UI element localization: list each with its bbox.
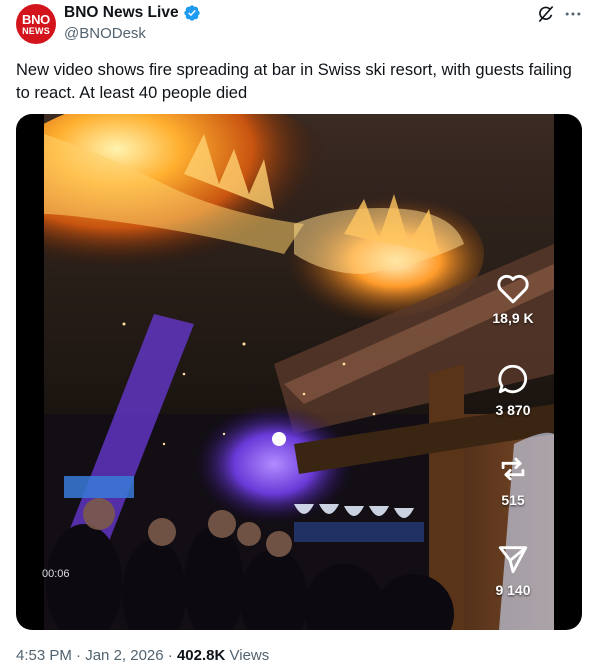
share-count: 9 140 xyxy=(495,582,531,598)
avatar-text-top: BNO xyxy=(22,11,50,27)
repost-action[interactable]: 515 xyxy=(478,452,548,508)
verified-badge-icon xyxy=(183,5,200,21)
meta-separator: · xyxy=(76,647,82,664)
post-time[interactable]: 4:53 PM xyxy=(16,647,72,664)
comment-count: 3 870 xyxy=(495,402,531,418)
author-handle[interactable]: @BNODesk xyxy=(64,25,146,42)
video-player[interactable]: 18,9 K 3 870 515 9 140 00:06 xyxy=(16,114,582,630)
comment-action[interactable]: 3 870 xyxy=(478,362,548,418)
comment-icon xyxy=(498,364,528,394)
grok-icon[interactable] xyxy=(536,4,556,24)
more-icon[interactable] xyxy=(562,4,584,24)
repost-count: 515 xyxy=(501,492,525,508)
share-icon xyxy=(498,546,528,574)
author-name-row: BNO News Live xyxy=(64,4,201,22)
like-count: 18,9 K xyxy=(492,310,534,326)
like-action[interactable]: 18,9 K xyxy=(478,272,548,326)
avatar-text-bottom: NEWS xyxy=(22,25,50,36)
tweet: BNO NEWS BNO News Live @BNODesk New vide… xyxy=(0,0,598,668)
author-display-name[interactable]: BNO News Live xyxy=(64,4,179,22)
post-date[interactable]: Jan 2, 2026 xyxy=(85,647,163,664)
avatar[interactable]: BNO NEWS xyxy=(16,4,56,44)
views-count[interactable]: 402.8K xyxy=(177,647,225,664)
heart-icon xyxy=(497,274,529,304)
repost-icon xyxy=(501,457,525,481)
tweet-meta: 4:53 PM · Jan 2, 2026 · 402.8K Views xyxy=(16,647,269,664)
share-action[interactable]: 9 140 xyxy=(478,542,548,598)
views-label: Views xyxy=(229,647,270,664)
video-elapsed-time: 00:06 xyxy=(42,568,70,580)
meta-separator: · xyxy=(167,647,173,664)
tweet-text: New video shows fire spreading at bar in… xyxy=(16,61,572,102)
